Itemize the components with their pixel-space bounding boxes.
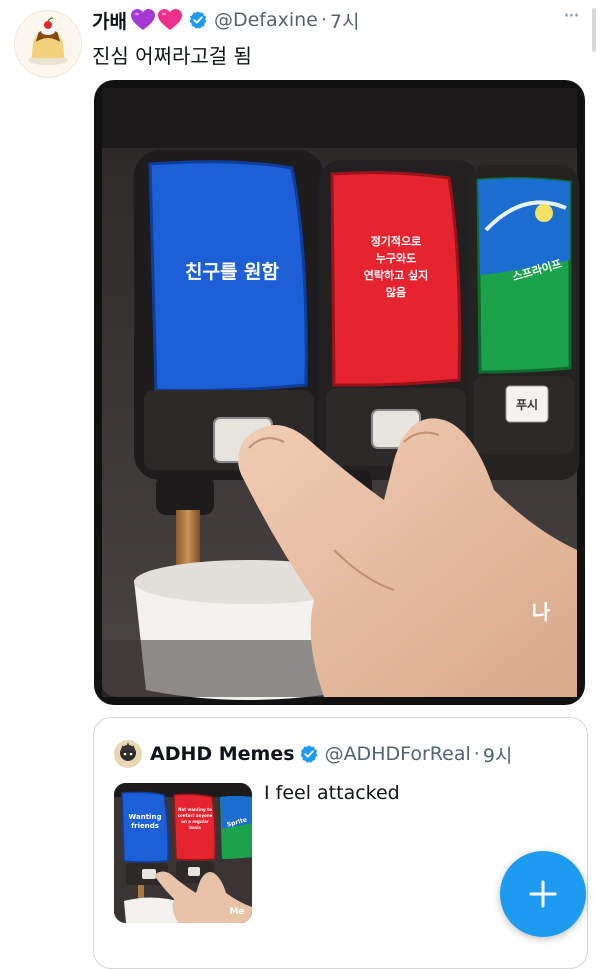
tweet-time[interactable]: 7시: [330, 7, 360, 34]
adhd-avatar-icon[interactable]: [114, 740, 142, 768]
purple-heart-icon: [130, 9, 155, 30]
pink-heart-icon: [157, 9, 182, 30]
separator-dot: ·: [320, 9, 327, 31]
red-label-text: 정기적으로 누구와도 연락하고 싶지 않음: [338, 233, 454, 301]
quoted-tweet-text: I feel attacked: [264, 782, 400, 804]
red-label-line: 정기적으로: [370, 235, 422, 248]
me-label-text: 나: [531, 600, 551, 624]
display-name[interactable]: 가배: [92, 7, 127, 34]
compose-tweet-button[interactable]: [500, 851, 586, 937]
quoted-tweet-header: ADHD Memes @ADHDForReal · 9시: [150, 740, 512, 768]
more-dots-icon[interactable]: ···: [563, 6, 580, 28]
pudding-avatar-icon[interactable]: [14, 10, 82, 78]
quoted-tweet-card[interactable]: ADHD Memes @ADHDForReal · 9시 Wanting fri…: [93, 717, 588, 969]
tweet-handle[interactable]: @Defaxine: [214, 9, 318, 31]
quoted-media-thumbnail[interactable]: Wanting friends Not wanting to contact a…: [114, 783, 252, 923]
quoted-display-name[interactable]: ADHD Memes: [150, 743, 295, 765]
quoted-handle[interactable]: @ADHDForReal: [325, 743, 471, 765]
thumb-me-label: Me: [229, 907, 245, 917]
separator-dot: ·: [473, 743, 480, 765]
tweet-text: 진심 어쩌라고걸 됨: [92, 44, 252, 68]
verified-badge-icon: [300, 745, 317, 763]
quoted-time[interactable]: 9시: [483, 741, 513, 768]
soda-dispenser-meme-thumbnail: [114, 783, 252, 923]
red-label-line: 누구와도: [375, 252, 417, 265]
blue-label-text: 친구를 원함: [184, 261, 279, 283]
scrollbar[interactable]: [592, 8, 596, 52]
name-emoji-group: [130, 8, 184, 32]
thumb-red-label: Not wanting to contact anyone on a regul…: [177, 807, 213, 830]
thumb-blue-label: Wanting friends: [128, 813, 162, 830]
red-label-line: 연락하고 싶지: [363, 269, 429, 282]
tweet-header: 가배 @Defaxine · 7시 ···: [92, 6, 580, 34]
verified-badge-icon: [189, 11, 207, 29]
soda-dispenser-meme: [102, 88, 579, 700]
compose-plus-icon: [529, 880, 557, 908]
tweet-media-image[interactable]: 친구를 원함 정기적으로 누구와도 연락하고 싶지 않음 스프라이프 푸시 나: [94, 80, 585, 705]
pudding-avatar-image: [28, 17, 68, 65]
push-label-text: 푸시: [515, 398, 539, 412]
red-label-line: 않음: [385, 286, 407, 299]
adhd-avatar-image: [114, 740, 142, 768]
